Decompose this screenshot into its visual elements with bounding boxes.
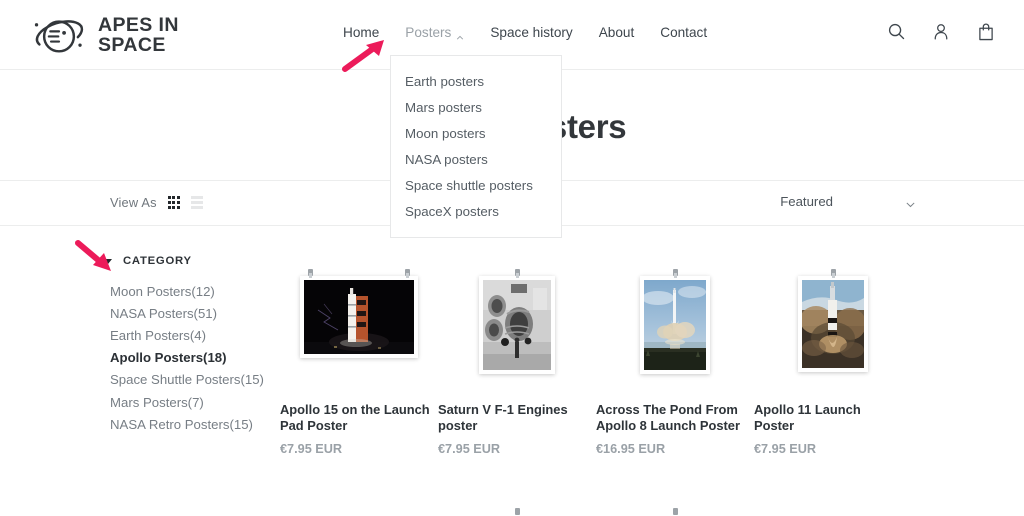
nav-item-home-label: Home <box>343 25 380 40</box>
poster-clip-icon <box>308 269 313 278</box>
logo-wordmark: APES IN SPACE <box>98 15 179 55</box>
poster-image-saturn-v-engines <box>483 280 551 370</box>
dropdown-item-space-shuttle-posters[interactable]: Space shuttle posters <box>391 172 561 198</box>
product-price: €7.95 EUR <box>754 442 817 456</box>
nav-item-space-history[interactable]: Space history <box>490 25 572 40</box>
dropdown-item-moon-posters[interactable]: Moon posters <box>391 120 561 146</box>
logo-line-2: SPACE <box>98 34 166 56</box>
list-view-icon[interactable] <box>190 196 203 209</box>
dropdown-item-nasa-posters[interactable]: NASA posters <box>391 146 561 172</box>
chevron-up-icon <box>456 30 464 40</box>
category-list: Moon Posters(12) NASA Posters(51) Earth … <box>0 280 280 435</box>
product-grid-row: Apollo 15 on the Launch Pad Poster €7.95… <box>280 269 1024 456</box>
product-grid-row-partial <box>280 508 1024 515</box>
category-sidebar: CATEGORY Moon Posters(12) NASA Posters(5… <box>0 255 280 435</box>
triangle-down-icon <box>104 258 112 264</box>
product-card[interactable]: Across The Pond From Apollo 8 Launch Pos… <box>596 269 754 456</box>
chevron-down-icon <box>905 197 915 208</box>
product-thumbnail[interactable] <box>596 269 754 388</box>
product-price: €16.95 EUR <box>596 442 666 456</box>
sort-select-value: Featured <box>780 194 833 209</box>
poster-clip-icon <box>514 508 520 515</box>
product-price: €7.95 EUR <box>280 442 343 456</box>
product-card[interactable]: Apollo 11 Launch Poster €7.95 EUR <box>754 269 912 456</box>
logo-line-1: APES IN <box>98 14 179 36</box>
category-section-header[interactable]: CATEGORY <box>0 255 280 267</box>
sort-select[interactable]: Featured <box>780 194 915 209</box>
poster-image-apollo-8-across-pond <box>644 280 706 370</box>
main-navigation: Home Posters Space history About Contact <box>343 25 707 40</box>
category-item-moon-posters[interactable]: Moon Posters(12) <box>0 280 280 302</box>
search-icon[interactable] <box>887 22 906 43</box>
product-thumbnail[interactable] <box>280 269 438 388</box>
product-card[interactable]: Apollo 15 on the Launch Pad Poster €7.95… <box>280 269 438 456</box>
product-grid: Apollo 15 on the Launch Pad Poster €7.95… <box>280 269 1024 456</box>
header-icon-group <box>887 22 996 43</box>
product-card[interactable]: Saturn V F-1 Engines poster €7.95 EUR <box>438 269 596 456</box>
product-card-partial[interactable] <box>754 508 912 515</box>
nav-item-contact[interactable]: Contact <box>660 25 707 40</box>
product-title: Apollo 15 on the Launch Pad Poster <box>280 402 430 433</box>
category-item-space-shuttle-posters[interactable]: Space Shuttle Posters(15) <box>0 369 280 391</box>
product-thumbnail[interactable] <box>754 269 912 388</box>
poster-image-apollo-11-launch <box>802 280 864 368</box>
product-card-partial[interactable] <box>438 508 596 515</box>
account-icon[interactable] <box>932 22 951 43</box>
category-section-title: CATEGORY <box>123 255 192 267</box>
category-item-nasa-posters[interactable]: NASA Posters(51) <box>0 302 280 324</box>
nav-item-posters-label: Posters <box>405 25 452 40</box>
nav-item-space-history-label: Space history <box>490 25 573 40</box>
nav-item-home[interactable]: Home <box>343 25 379 40</box>
view-as-label: View As <box>110 195 157 210</box>
product-title: Across The Pond From Apollo 8 Launch Pos… <box>596 402 740 433</box>
poster-image-apollo-15 <box>304 280 414 354</box>
poster-clip-icon <box>672 508 678 515</box>
nav-item-about-label: About <box>598 25 635 40</box>
nav-item-contact-label: Contact <box>660 25 708 40</box>
product-card-partial[interactable] <box>596 508 754 515</box>
poster-clip-icon <box>405 269 410 278</box>
product-card-partial[interactable] <box>280 508 438 515</box>
product-thumbnail[interactable] <box>438 269 596 388</box>
product-price: €7.95 EUR <box>438 442 501 456</box>
category-item-apollo-posters[interactable]: Apollo Posters(18) <box>0 347 280 369</box>
logo[interactable]: APES IN SPACE <box>30 12 179 58</box>
category-item-nasa-retro-posters[interactable]: NASA Retro Posters(15) <box>0 413 280 435</box>
cart-icon[interactable] <box>977 22 996 43</box>
saturn-ape-logo-icon <box>30 12 88 58</box>
view-as-control: View As <box>110 195 203 210</box>
nav-item-posters[interactable]: Posters <box>405 25 464 40</box>
grid-view-icon[interactable] <box>167 196 180 209</box>
poster-clip-icon <box>514 269 520 278</box>
dropdown-item-mars-posters[interactable]: Mars posters <box>391 94 561 120</box>
poster-clip-icon <box>672 269 678 278</box>
product-title: Apollo 11 Launch Poster <box>754 402 861 433</box>
category-item-mars-posters[interactable]: Mars Posters(7) <box>0 391 280 413</box>
poster-clip-icon <box>830 269 836 278</box>
dropdown-item-spacex-posters[interactable]: SpaceX posters <box>391 198 561 224</box>
dropdown-item-earth-posters[interactable]: Earth posters <box>391 68 561 94</box>
category-item-earth-posters[interactable]: Earth Posters(4) <box>0 324 280 346</box>
nav-item-about[interactable]: About <box>599 25 635 40</box>
product-title: Saturn V F-1 Engines poster <box>438 402 568 433</box>
posters-dropdown-menu: Earth posters Mars posters Moon posters … <box>390 55 562 238</box>
